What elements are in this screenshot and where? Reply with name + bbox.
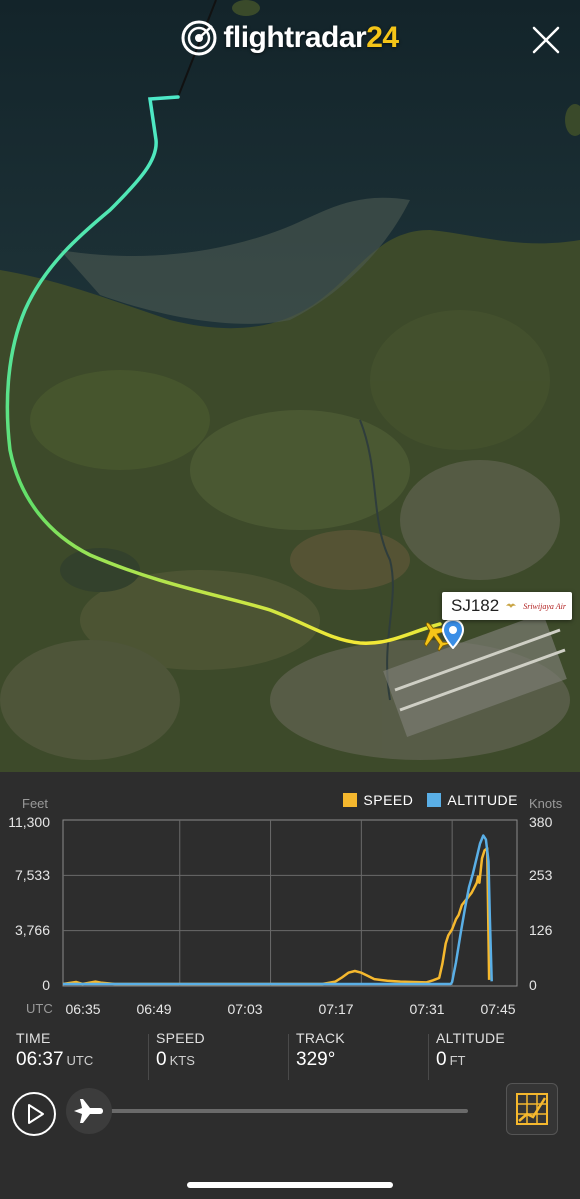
chart-grid — [63, 820, 517, 986]
chart-toggle-button[interactable] — [506, 1083, 558, 1135]
play-button[interactable] — [12, 1092, 56, 1136]
home-indicator — [187, 1182, 393, 1188]
x-tick: 07:03 — [227, 1001, 263, 1017]
airline-logo: Sriwijaya Air — [523, 601, 566, 611]
x-tick: 07:45 — [480, 1001, 516, 1017]
close-button[interactable] — [528, 22, 564, 58]
stat-altitude-value: 0 — [436, 1049, 447, 1070]
speed-altitude-chart[interactable] — [0, 772, 580, 1032]
stat-speed-unit: KTS — [169, 1053, 195, 1068]
stat-altitude-label: ALTITUDE — [436, 1030, 506, 1046]
chart-grid-icon — [516, 1093, 548, 1125]
stat-time: TIME 06:37 UTC — [16, 1030, 93, 1071]
radar-logo-icon — [181, 20, 217, 56]
playback-panel: SPEED ALTITUDE Feet Knots 11,300 7,533 3… — [0, 772, 580, 1199]
flight-callsign-label[interactable]: SJ182 Sriwijaya Air — [442, 592, 572, 620]
callsign: SJ182 — [451, 596, 500, 615]
stat-altitude: ALTITUDE 0 FT — [436, 1030, 505, 1071]
divider — [148, 1034, 149, 1080]
satellite-map — [0, 0, 580, 772]
location-pin-icon[interactable] — [441, 619, 465, 649]
island — [232, 0, 260, 16]
logo-text: flightradar24 — [223, 21, 399, 54]
airplane-thumb-icon — [74, 1099, 103, 1123]
stat-speed-label: SPEED — [156, 1030, 205, 1046]
close-icon — [532, 26, 560, 54]
x-tick: 06:49 — [136, 1001, 172, 1017]
stat-track-value: 329° — [296, 1049, 336, 1070]
stat-time-label: TIME — [16, 1030, 51, 1046]
stat-speed: SPEED 0 KTS — [156, 1030, 205, 1071]
airline-bird-icon — [506, 603, 517, 608]
stat-speed-value: 0 — [156, 1049, 167, 1070]
playback-slider[interactable] — [98, 1109, 468, 1113]
divider — [428, 1034, 429, 1080]
x-axis-title: UTC — [26, 1001, 53, 1016]
stat-time-unit: UTC — [66, 1053, 94, 1068]
stat-track-label: TRACK — [296, 1030, 345, 1046]
x-tick: 07:17 — [318, 1001, 354, 1017]
x-tick: 06:35 — [65, 1001, 101, 1017]
flight-map[interactable]: flightradar24 SJ182 Sriwijaya Air — [0, 0, 580, 772]
play-icon — [28, 1104, 44, 1124]
speed-series-line — [62, 846, 491, 986]
playback-slider-thumb[interactable] — [66, 1088, 112, 1134]
flightradar24-logo: flightradar24 — [0, 20, 580, 56]
stat-track: TRACK 329° — [296, 1030, 345, 1071]
chart-frame — [62, 819, 518, 987]
stat-altitude-unit: FT — [449, 1053, 466, 1068]
flight-stats: TIME 06:37 UTC SPEED 0 KTS TRACK 329° ALTI… — [0, 1030, 580, 1084]
divider — [288, 1034, 289, 1080]
x-tick: 07:31 — [409, 1001, 445, 1017]
stat-time-value: 06:37 — [16, 1049, 64, 1070]
altitude-series-line — [63, 834, 493, 986]
